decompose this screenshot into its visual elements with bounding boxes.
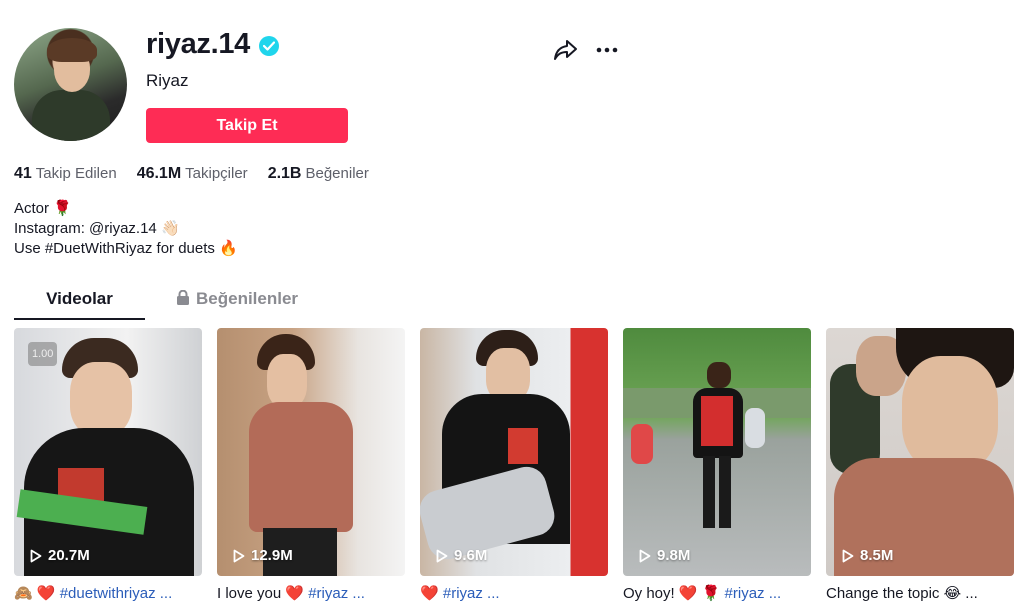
- profile-username: riyaz.14: [146, 28, 251, 60]
- video-caption[interactable]: I love you ❤️ #riyaz ...: [217, 584, 405, 602]
- profile-tabs: Videolar Beğenilenler: [14, 284, 1014, 320]
- stat-label: Takip Edilen: [35, 165, 117, 182]
- video-card[interactable]: 12.9M: [217, 328, 405, 576]
- caption-text: Oy hoy! ❤️ 🌹: [623, 585, 725, 602]
- caption-text: 🙈 ❤️: [14, 585, 60, 602]
- share-icon[interactable]: [553, 38, 579, 62]
- stat-label: Beğeniler: [305, 165, 369, 182]
- video-caption[interactable]: ❤️ #riyaz ...: [420, 584, 608, 602]
- video-card[interactable]: 9.6M: [420, 328, 608, 576]
- view-count: 8.5M: [842, 547, 893, 564]
- tab-liked-label: Beğenilenler: [196, 289, 299, 308]
- bio-line: Instagram: @riyaz.14 👋🏻: [14, 220, 180, 237]
- follow-button[interactable]: Takip Et: [146, 108, 348, 143]
- bio-line: Use #DuetWithRiyaz for duets 🔥: [14, 240, 238, 257]
- view-count-value: 20.7M: [48, 547, 90, 564]
- video-card[interactable]: 1.00 20.7M: [14, 328, 202, 576]
- caption-hashtag[interactable]: #riyaz ...: [443, 585, 500, 602]
- stat-followers[interactable]: 46.1M Takipçiler: [137, 165, 248, 183]
- play-icon: [842, 549, 854, 562]
- video-caption[interactable]: Oy hoy! ❤️ 🌹 #riyaz ...: [623, 584, 811, 602]
- play-icon: [436, 549, 448, 562]
- play-icon: [639, 549, 651, 562]
- view-count: 12.9M: [233, 547, 293, 564]
- video-caption[interactable]: 🙈 ❤️ #duetwithriyaz ...: [14, 584, 202, 602]
- duration-badge: 1.00: [28, 342, 58, 366]
- tab-videos[interactable]: Videolar: [14, 284, 145, 320]
- profile-nickname: Riyaz: [146, 71, 189, 90]
- view-count: 20.7M: [30, 547, 90, 564]
- tab-liked[interactable]: Beğenilenler: [176, 284, 316, 320]
- lock-icon: [176, 289, 190, 310]
- view-count-value: 8.5M: [860, 547, 894, 564]
- profile-stats: 41 Takip Edilen 46.1M Takipçiler 2.1B Beğen…: [14, 165, 369, 183]
- video-thumbnail: [217, 328, 405, 576]
- caption-hashtag[interactable]: #riyaz ...: [308, 585, 365, 602]
- video-card[interactable]: 8.5M: [826, 328, 1014, 576]
- video-card[interactable]: 9.8M: [623, 328, 811, 576]
- video-caption[interactable]: Change the topic 😂 ...: [826, 584, 1014, 602]
- video-thumbnail: [420, 328, 608, 576]
- play-icon: [233, 549, 245, 562]
- caption-hashtag[interactable]: #duetwithriyaz ...: [60, 585, 173, 602]
- bio-line: Actor 🌹: [14, 200, 72, 217]
- verified-icon: [259, 36, 279, 56]
- more-icon[interactable]: [594, 38, 620, 62]
- video-thumbnail: [623, 328, 811, 576]
- stat-following[interactable]: 41 Takip Edilen: [14, 165, 117, 183]
- profile-bio: Actor 🌹 Instagram: @riyaz.14 👋🏻 Use #Due…: [14, 199, 238, 259]
- view-count-value: 9.8M: [657, 547, 691, 564]
- stat-value: 46.1M: [136, 165, 182, 182]
- caption-text: I love you ❤️: [217, 585, 309, 602]
- stat-label: Takipçiler: [185, 165, 248, 182]
- caption-text: Change the topic 😂 ...: [826, 585, 978, 602]
- stat-value: 41: [14, 165, 32, 182]
- view-count-value: 9.6M: [454, 547, 488, 564]
- profile-avatar[interactable]: [14, 28, 127, 141]
- video-thumbnail: [826, 328, 1014, 576]
- play-icon: [30, 549, 42, 562]
- view-count: 9.8M: [639, 547, 690, 564]
- stat-likes: 2.1B Beğeniler: [268, 165, 369, 183]
- caption-hashtag[interactable]: #riyaz ...: [725, 585, 782, 602]
- caption-text: ❤️: [420, 585, 443, 602]
- view-count-value: 12.9M: [251, 547, 293, 564]
- view-count: 9.6M: [436, 547, 487, 564]
- stat-value: 2.1B: [267, 165, 302, 182]
